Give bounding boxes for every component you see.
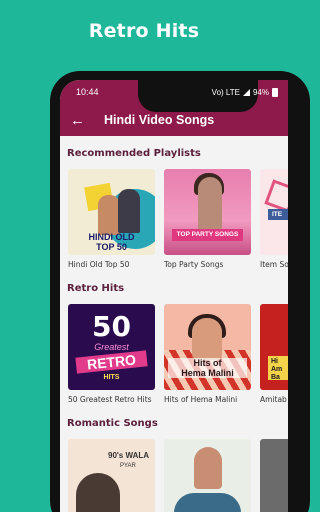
network-label: Vo) LTE xyxy=(211,87,240,97)
playlist-caption: Item So xyxy=(260,260,288,269)
thumbnail-text: Hits of Hema Malini xyxy=(168,358,247,378)
playlist-caption: Hits of Hema Malini xyxy=(164,395,238,404)
section-title: Retro Hits xyxy=(67,283,125,294)
playlist-row[interactable]: HINDI OLD TOP 50 Hindi Old Top 50 TOP PA… xyxy=(60,169,288,269)
battery-icon xyxy=(272,87,278,97)
section-romantic-songs: Romantic Songs 90's WALA PYAR xyxy=(60,418,288,512)
playlist-caption: Amitab xyxy=(260,395,287,404)
main-content[interactable]: Recommended Playlists HINDI OLD TOP 50 H… xyxy=(60,136,288,512)
section-title: Romantic Songs xyxy=(67,418,158,429)
playlist-caption: Hindi Old Top 50 xyxy=(68,260,130,269)
thumbnail-text: TOP 50 xyxy=(96,242,127,252)
status-time: 10:44 xyxy=(76,87,99,97)
thumbnail-text: HINDI OLD xyxy=(88,232,135,242)
playlist-card[interactable]: Hi Am Ba Amitab xyxy=(260,304,288,404)
playlist-thumbnail[interactable]: Hi Am Ba xyxy=(260,304,288,390)
thumbnail-text: TOP PARTY SONGS xyxy=(172,229,243,241)
playlist-card[interactable]: TOP PARTY SONGS Top Party Songs xyxy=(164,169,251,269)
thumbnail-text: 90's WALA xyxy=(108,451,150,460)
playlist-row[interactable]: 50 Greatest RETRO HITS 50 Greatest Retro… xyxy=(60,304,288,404)
thumbnail-text: 50 xyxy=(92,310,131,343)
thumbnail-text: Hi Am Ba xyxy=(268,356,288,381)
signal-icon xyxy=(242,88,250,96)
thumbnail-text: ITE xyxy=(268,209,288,220)
playlist-thumbnail[interactable]: Hits of Hema Malini xyxy=(164,304,251,390)
playlist-row[interactable]: 90's WALA PYAR xyxy=(60,439,288,512)
playlist-thumbnail[interactable]: HINDI OLD TOP 50 xyxy=(68,169,155,255)
playlist-card[interactable]: 90's WALA PYAR xyxy=(68,439,155,512)
status-bar: 10:44 Vo) LTE 94% xyxy=(60,80,288,112)
playlist-thumbnail[interactable]: ITE xyxy=(260,169,288,255)
playlist-card[interactable]: ITE Item So xyxy=(260,169,288,269)
thumbnail-text: PYAR xyxy=(120,463,136,469)
playlist-thumbnail[interactable]: 90's WALA PYAR xyxy=(68,439,155,512)
playlist-thumbnail[interactable]: 50 Greatest RETRO HITS xyxy=(68,304,155,390)
battery-percent: 94% xyxy=(252,87,269,97)
status-icons: Vo) LTE 94% xyxy=(211,87,278,97)
thumbnail-text: RETRO xyxy=(75,350,148,374)
thumbnail-text: HITS xyxy=(103,374,120,381)
playlist-card[interactable]: HINDI OLD TOP 50 Hindi Old Top 50 xyxy=(68,169,155,269)
promo-title: Retro Hits xyxy=(88,20,200,42)
app-title: Hindi Video Songs xyxy=(104,113,215,127)
playlist-thumbnail[interactable]: TOP PARTY SONGS xyxy=(164,169,251,255)
app-screen: 10:44 Vo) LTE 94% ← Hindi Video Songs Re… xyxy=(60,80,288,512)
section-title: Recommended Playlists xyxy=(67,148,201,159)
section-recommended-playlists: Recommended Playlists HINDI OLD TOP 50 H… xyxy=(60,148,288,269)
playlist-card[interactable] xyxy=(260,439,288,512)
playlist-card[interactable]: 50 Greatest RETRO HITS 50 Greatest Retro… xyxy=(68,304,155,404)
section-retro-hits: Retro Hits 50 Greatest RETRO HITS 50 Gre… xyxy=(60,283,288,404)
arrow-left-icon[interactable]: ← xyxy=(70,113,96,128)
playlist-caption: 50 Greatest Retro Hits xyxy=(68,395,152,404)
playlist-caption: Top Party Songs xyxy=(164,260,224,269)
playlist-card[interactable]: Hits of Hema Malini Hits of Hema Malini xyxy=(164,304,251,404)
playlist-thumbnail[interactable] xyxy=(260,439,288,512)
playlist-thumbnail[interactable] xyxy=(164,439,251,512)
playlist-card[interactable] xyxy=(164,439,251,512)
